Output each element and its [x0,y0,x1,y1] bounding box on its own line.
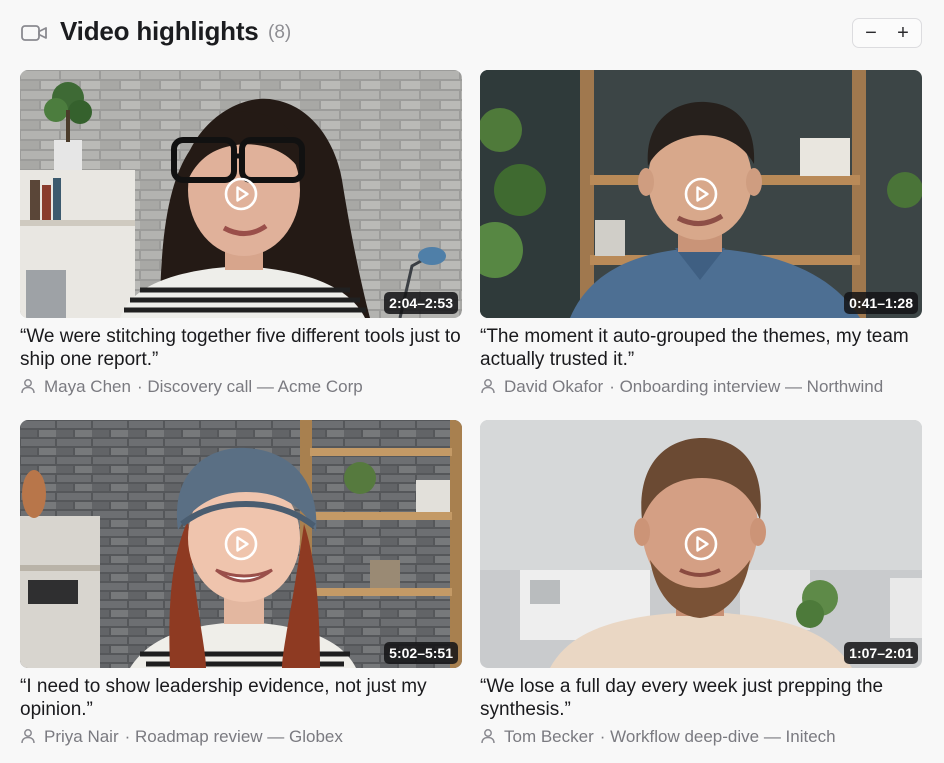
user-icon [21,379,35,394]
user-icon [21,729,35,744]
quote-text: “The moment it auto-grouped the themes, … [480,326,909,370]
video-thumbnail[interactable]: 5:02–5:51 [20,420,462,668]
highlight-count: (8) [268,22,292,43]
speaker-name: Maya Chen [44,377,131,396]
speaker-meta: Tom Becker · Workflow deep-dive — Initech [480,727,922,747]
video-thumbnail[interactable]: 0:41–1:28 [480,70,922,318]
play-icon[interactable] [683,526,719,562]
timestamp-badge: 5:02–5:51 [384,642,458,664]
play-icon[interactable] [223,526,259,562]
quote-text: “We were stitching together five differe… [20,326,461,370]
zoom-in-button[interactable]: + [886,19,920,47]
section-header: Video highlights (8) − + [20,14,922,50]
video-card[interactable]: 1:07–2:01 “We lose a full day every week… [480,420,922,750]
speaker-name: David Okafor [504,377,604,396]
play-icon[interactable] [223,176,259,212]
speaker-name: Tom Becker [504,727,594,746]
session-source: · Onboarding interview — Northwind [609,377,884,396]
video-thumbnail[interactable]: 1:07–2:01 [480,420,922,668]
speaker-name: Priya Nair [44,727,119,746]
timestamp-badge: 2:04–2:53 [384,292,458,314]
speaker-meta: Maya Chen · Discovery call — Acme Corp [20,377,462,397]
session-source: · Roadmap review — Globex [124,727,343,746]
speaker-meta: Priya Nair · Roadmap review — Globex [20,727,462,747]
section-title: Video highlights [60,16,259,46]
user-icon [481,379,495,394]
video-card[interactable]: 5:02–5:51 “I need to show leadership evi… [20,420,462,750]
quote-text: “We lose a full day every week just prep… [480,676,884,720]
zoom-control: − + [852,18,922,48]
zoom-out-button[interactable]: − [854,19,888,47]
session-source: · Discovery call — Acme Corp [136,377,363,396]
video-card[interactable]: 0:41–1:28 “The moment it auto-grouped th… [480,70,922,400]
session-source: · Workflow deep-dive — Initech [599,727,836,746]
quote-text: “I need to show leadership evidence, not… [20,676,427,720]
play-icon[interactable] [683,176,719,212]
video-thumbnail[interactable]: 2:04–2:53 [20,70,462,318]
timestamp-badge: 0:41–1:28 [844,292,918,314]
speaker-meta: David Okafor · Onboarding interview — Nor… [480,377,922,397]
video-card[interactable]: 2:04–2:53 “We were stitching together fi… [20,70,462,400]
user-icon [481,729,495,744]
timestamp-badge: 1:07–2:01 [844,642,918,664]
video-camera-icon [21,25,47,41]
